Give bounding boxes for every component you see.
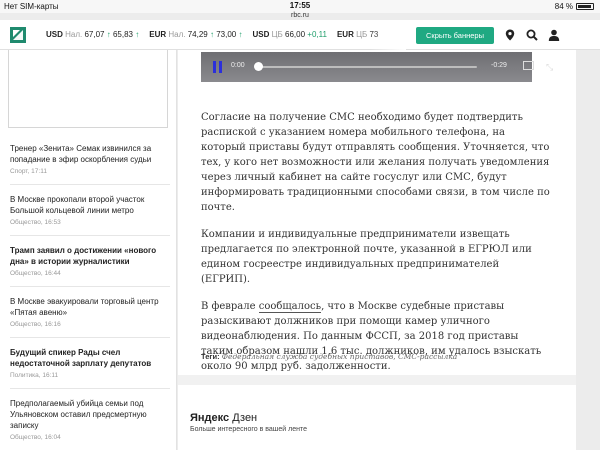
news-title[interactable]: Тренер «Зенита» Семак извинился за попад… [10,143,170,165]
battery-icon [576,3,594,10]
news-item[interactable]: В Москве прокопали второй участок Большо… [10,194,170,226]
paragraph: Компании и индивидуальные предпринимател… [201,229,532,285]
news-title[interactable]: Трамп заявил о достижении «нового дна» в… [10,245,170,267]
rates-fade [370,20,406,50]
arrow-up-icon: ↑ [210,30,214,39]
ad-placeholder [8,50,168,128]
article-body: Согласие на получение СМС необходимо буд… [201,110,551,386]
user-icon[interactable] [548,29,560,41]
search-icon[interactable] [526,29,538,41]
remaining-time: -0:29 [491,62,507,69]
zen-brand: Яндекс [190,412,230,424]
divider [10,235,170,236]
hide-banners-button[interactable]: Скрыть баннеры [416,27,494,44]
article-column: 0:00 -0:29 ⤡ Согласие на получение СМС н… [178,50,576,450]
yandex-zen-block[interactable]: Яндекс Дзен Больше интересного в вашей л… [190,412,307,433]
divider [10,286,170,287]
news-title[interactable]: Будущий спикер Рады счел недостаточной з… [10,347,170,369]
news-meta: Спорт, 17:11 [10,168,47,175]
news-meta: Общество, 16:44 [10,270,61,277]
currency-rates: USD Нал. 67,07 ↑ 65,83 ↑ EUR Нал. 74,29 … [46,30,378,39]
arrow-up-icon: ↑ [238,30,243,39]
news-feed-sidebar: Тренер «Зенита» Семак извинился за попад… [0,50,177,450]
zen-product: Дзен [232,412,258,424]
divider [10,388,170,389]
news-item[interactable]: Тренер «Зенита» Семак извинился за попад… [10,143,170,175]
site-header: USD Нал. 67,07 ↑ 65,83 ↑ EUR Нал. 74,29 … [0,20,600,50]
rate-usd-cb[interactable]: USD ЦБ 66,00 +0,11 [253,30,327,39]
news-meta: Общество, 16:53 [10,219,61,226]
audio-player: 0:00 -0:29 ⤡ [201,52,553,82]
battery-percent: 84 % [554,2,573,11]
divider [10,184,170,185]
zen-subtitle: Больше интересного в вашей ленте [190,426,308,433]
progress-knob[interactable] [254,62,263,71]
right-gutter [576,50,600,450]
news-item[interactable]: Предполагаемый убийца семьи под Ульяновс… [10,398,170,441]
battery-status: 84 % [555,2,594,11]
arrow-up-icon: ↑ [106,30,111,39]
rate-usd-cash[interactable]: USD Нал. 67,07 ↑ 65,83 ↑ [46,30,139,39]
news-meta: Политика, 16:11 [10,372,59,379]
news-item[interactable]: Будущий спикер Рады счел недостаточной з… [10,347,170,379]
airplay-icon[interactable] [523,61,534,70]
paragraph: В феврале сообщалось, что в Москве судеб… [201,301,542,372]
paragraph: Согласие на получение СМС необходимо буд… [201,112,550,213]
current-time: 0:00 [231,62,245,69]
news-meta: Общество, 16:04 [10,434,61,441]
news-meta: Общество, 16:16 [10,321,61,328]
article-link[interactable]: сообщалось [258,301,322,313]
arrow-up-icon: ↑ [135,30,140,39]
news-item[interactable]: Трамп заявил о достижении «нового дна» в… [10,245,170,277]
progress-track[interactable] [257,66,477,68]
tags-label: Теги: [201,352,220,361]
rate-eur-cash[interactable]: EUR Нал. 74,29 ↑ 73,00 ↑ [149,30,242,39]
news-title[interactable]: Предполагаемый убийца семьи под Ульяновс… [10,398,170,431]
clock: 17:55 [289,1,311,10]
tags-list[interactable]: Федеральная служба судебных приставов, С… [222,352,457,361]
news-item[interactable]: В Москве эвакуировали торговый центр «Пя… [10,296,170,328]
pause-icon[interactable] [212,61,224,73]
rbc-logo-icon[interactable] [10,27,26,43]
tags-line: Теги: Федеральная служба судебных приста… [201,352,457,361]
divider [10,337,170,338]
address-bar-url[interactable]: rbc.ru [0,12,600,19]
section-divider [178,375,576,385]
expand-icon[interactable]: ⤡ [546,62,553,73]
news-title[interactable]: В Москве прокопали второй участок Большо… [10,194,170,216]
news-title[interactable]: В Москве эвакуировали торговый центр «Пя… [10,296,170,318]
location-pin-icon[interactable] [504,29,516,41]
